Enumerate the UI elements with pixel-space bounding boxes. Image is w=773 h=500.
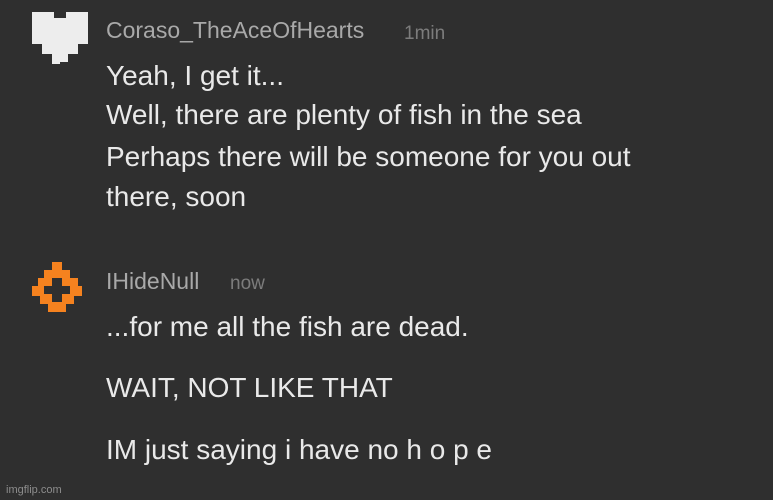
comment-text-line: WAIT, NOT LIKE THAT: [106, 372, 393, 403]
white-pixel-heart-icon[interactable]: [32, 10, 88, 66]
comment-username[interactable]: Coraso_TheAceOfHearts: [106, 17, 364, 44]
imgflip-watermark: imgflip.com: [6, 484, 62, 496]
comment-text-line: Yeah, I get it...: [106, 60, 284, 91]
comment-text-line: ...for me all the fish are dead.: [106, 311, 469, 342]
comment-text-line: IM just saying i have no h o p e: [106, 434, 492, 465]
comment-text-line: Well, there are plenty of fish in the se…: [106, 99, 582, 130]
comment-timestamp: 1min: [404, 23, 446, 44]
orange-pixel-diamond-icon[interactable]: [32, 262, 82, 312]
comment-text-line: there, soon: [106, 181, 247, 212]
comment-text-line: Perhaps there will be someone for you ou…: [106, 141, 631, 172]
comment-timestamp: now: [230, 273, 265, 294]
comment-username[interactable]: IHideNull: [106, 268, 199, 295]
